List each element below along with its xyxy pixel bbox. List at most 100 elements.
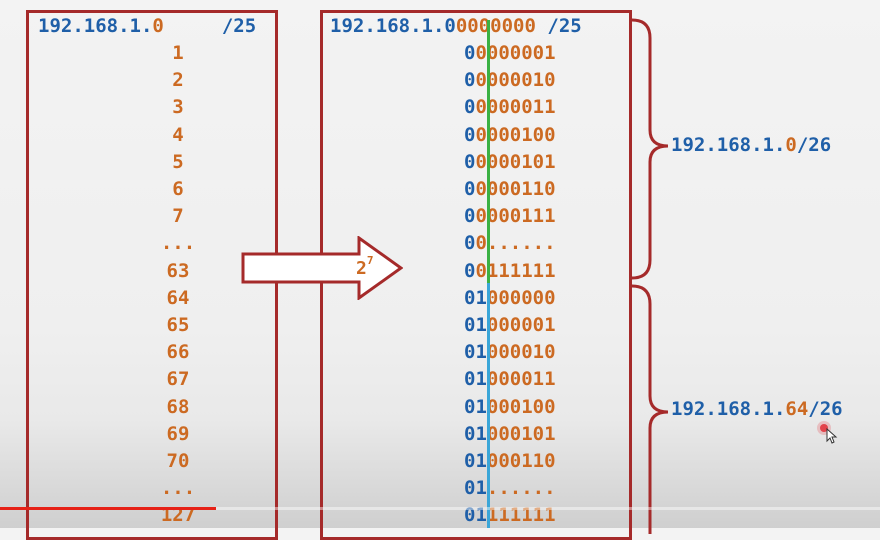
binary-host-bits: 000101: [486, 422, 556, 445]
binary-net-bit: 0: [464, 178, 476, 200]
binary-split-bit: 0: [475, 232, 487, 255]
subnet-a-host: 0: [785, 134, 797, 156]
binary-host-bits: 000110: [486, 178, 556, 200]
binary-net-bit: 0: [464, 69, 476, 92]
binary-net-bit: 0: [464, 368, 476, 391]
left-header-address: 192.168.1.0/25: [38, 13, 256, 40]
binary-split-bit: 1: [475, 450, 487, 472]
subnet-label-second: 192.168.1.64/26: [671, 396, 843, 423]
left-header-host: 0: [152, 15, 164, 37]
left-number-item: 2: [172, 69, 184, 92]
left-number-item: 3: [172, 96, 184, 119]
binary-host-bits: 000100: [486, 395, 556, 418]
binary-host-bits: 000111: [486, 205, 556, 228]
binary-net-bit: 0: [464, 232, 476, 255]
arrow-label: 27: [356, 254, 373, 279]
binary-row: 00000110: [464, 176, 556, 203]
left-number-item: 70: [166, 450, 190, 472]
binary-split-bit: 0: [475, 42, 487, 64]
binary-split-bit: 1: [475, 314, 487, 336]
subnet-label-first: 192.168.1.0/26: [671, 132, 831, 159]
binary-split-bit: 0: [475, 69, 487, 92]
binary-host-bits: 000101: [486, 150, 556, 173]
binary-net-bit: 0: [464, 42, 476, 64]
binary-net-bit: 0: [464, 96, 476, 119]
binary-host-bits: 000011: [486, 96, 556, 119]
binary-row: 01000011: [464, 366, 556, 393]
binary-net-bit: 0: [464, 286, 476, 309]
right-header-address: 192.168.1.00000000 /25: [330, 13, 582, 40]
subnet-b-prefix: /26: [808, 398, 843, 420]
binary-host-bits: ......: [486, 232, 556, 255]
left-number-item: 1: [172, 42, 184, 64]
binary-row: 00111111: [464, 258, 556, 285]
binary-host-bits: 000001: [486, 42, 556, 64]
left-number-item: 7: [172, 205, 184, 228]
right-header-prefix: /25: [547, 15, 582, 37]
binary-split-bit: 1: [475, 395, 487, 418]
left-number-item: 66: [166, 341, 190, 364]
binary-split-bit: 0: [475, 123, 487, 146]
binary-split-bit: 1: [475, 286, 487, 309]
binary-host-bits: 000000: [486, 286, 556, 309]
left-number-item: ...: [160, 477, 196, 500]
binary-row: 00000010: [464, 67, 556, 94]
subnet-a-prefix: /26: [796, 134, 832, 156]
video-progress-fill[interactable]: [0, 507, 216, 510]
binary-net-bit: 0: [464, 450, 476, 472]
binary-split-bit: 1: [475, 477, 487, 500]
binary-net-bit: 0: [464, 477, 476, 500]
binary-row: 00000111: [464, 203, 556, 230]
binary-row: 00000100: [464, 122, 556, 149]
left-number-item: 6: [172, 178, 184, 200]
binary-split-bit: 0: [475, 178, 487, 200]
left-number-item: 4: [172, 123, 184, 146]
binary-host-bits: 000011: [486, 368, 556, 391]
subnet-a-base: 192.168.1.: [671, 134, 786, 156]
left-number-item: 63: [166, 259, 190, 282]
binary-row: 01000001: [464, 312, 556, 339]
right-header-base: 192.168.1.: [330, 15, 445, 37]
brace-top-icon: [631, 18, 669, 280]
right-header-net-bit: 0: [444, 15, 456, 37]
binary-split-bit: 1: [475, 368, 487, 391]
binary-row: 01......: [464, 475, 556, 502]
binary-host-bits: 000010: [486, 341, 556, 364]
left-number-item: 64: [166, 286, 190, 309]
binary-net-bit: 0: [464, 259, 476, 282]
binary-split-bit: 0: [475, 96, 487, 119]
binary-row: 00000101: [464, 149, 556, 176]
binary-net-bit: 0: [464, 422, 476, 445]
binary-row: 01000010: [464, 339, 556, 366]
binary-host-bits: ......: [486, 477, 556, 500]
arrow-label-base: 2: [356, 258, 367, 279]
binary-split-bit: 1: [475, 422, 487, 445]
left-number-item: ...: [160, 232, 196, 255]
binary-split-bit: 0: [475, 259, 487, 282]
binary-row: 00000001: [464, 40, 556, 67]
subnet-b-host: 64: [785, 398, 809, 420]
subnet-split-line-top: [487, 20, 490, 283]
binary-row: 01000100: [464, 394, 556, 421]
brace-bottom-icon: [631, 284, 669, 534]
binary-host-bits: 111111: [486, 259, 556, 282]
binary-net-bit: 0: [464, 123, 476, 146]
left-number-item: 65: [166, 314, 190, 336]
left-number-item: 5: [172, 150, 184, 173]
right-arrow-icon: [241, 236, 403, 300]
subnet-b-base: 192.168.1.: [671, 398, 786, 420]
binary-net-bit: 0: [464, 205, 476, 228]
binary-split-bit: 1: [475, 341, 487, 364]
binary-row: 00000011: [464, 94, 556, 121]
binary-host-bits: 000110: [486, 450, 556, 472]
arrow-label-exponent: 7: [366, 254, 374, 267]
left-header-prefix: /25: [221, 15, 257, 37]
binary-row: 01000110: [464, 448, 556, 475]
binary-split-bit: 0: [475, 150, 487, 173]
left-number-item: 67: [166, 368, 190, 391]
binary-net-bit: 0: [464, 341, 476, 364]
binary-host-bits: 000100: [486, 123, 556, 146]
left-number-item: 68: [166, 395, 190, 418]
binary-net-bit: 0: [464, 314, 476, 336]
right-header-host-bits: 0000000: [455, 15, 536, 37]
